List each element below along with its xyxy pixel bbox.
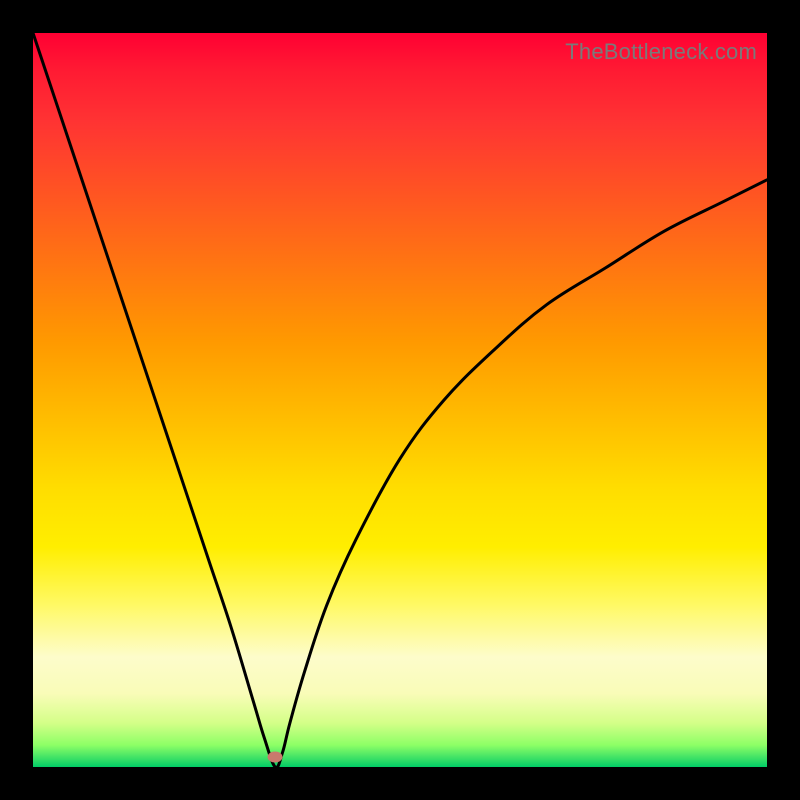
curve-svg: [33, 33, 767, 767]
watermark-text: TheBottleneck.com: [565, 39, 757, 65]
plot-area: TheBottleneck.com: [33, 33, 767, 767]
optimum-marker: [268, 752, 283, 763]
chart-frame: TheBottleneck.com: [0, 0, 800, 800]
bottleneck-curve: [33, 33, 767, 767]
